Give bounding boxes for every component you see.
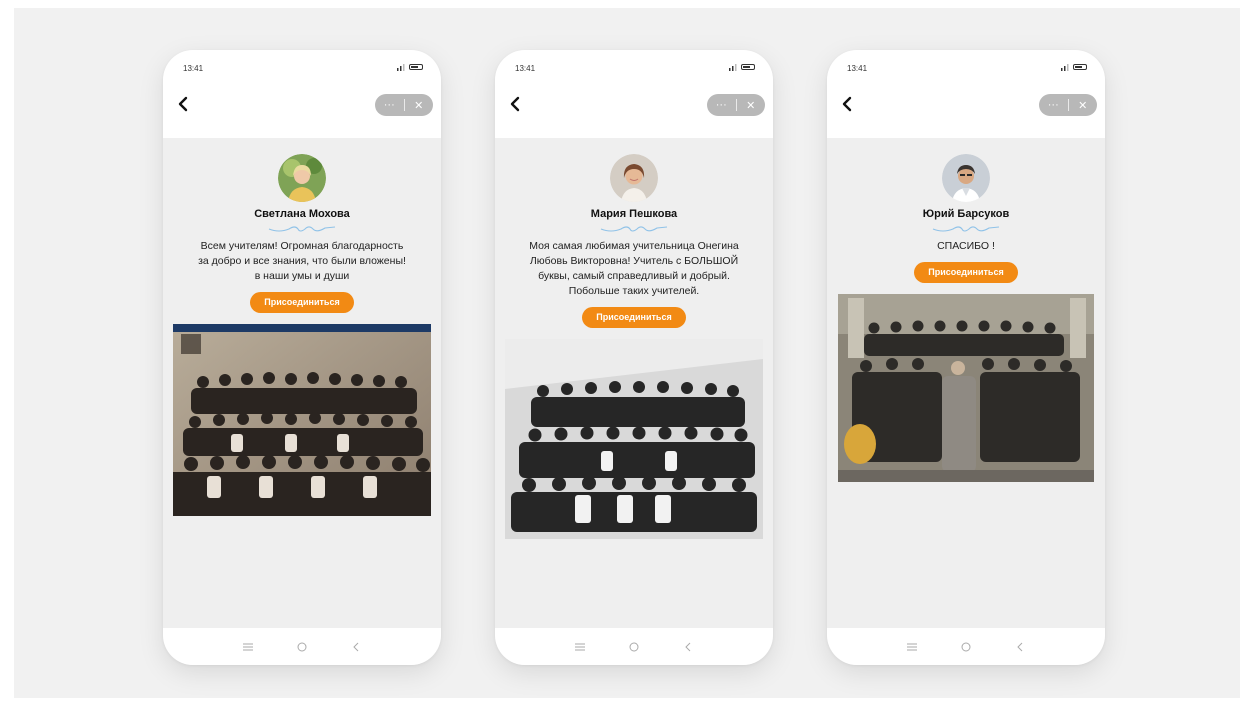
home-icon[interactable] — [960, 641, 972, 653]
home-icon[interactable] — [628, 641, 640, 653]
menu-icon[interactable] — [906, 641, 918, 653]
status-icons — [729, 63, 755, 71]
close-button[interactable]: ✕ — [737, 94, 766, 116]
phone-mockup-1: 13:41 ··· ✕ Светлана Мохова Всем учителя… — [163, 50, 441, 665]
close-button[interactable]: ✕ — [1069, 94, 1098, 116]
presentation-backdrop: 13:41 ··· ✕ Светлана Мохова Всем учителя… — [14, 8, 1240, 698]
message-line: за добро и все знания, что были вложены! — [198, 255, 406, 267]
system-nav-bar — [163, 628, 441, 665]
battery-icon — [409, 64, 423, 70]
author-avatar — [610, 154, 658, 202]
class-photo-image — [505, 339, 763, 539]
join-button[interactable]: Присоединиться — [582, 307, 686, 328]
decorative-flourish-icon — [932, 226, 1000, 232]
more-options-button[interactable]: ··· — [707, 94, 736, 116]
post-content: Мария Пешкова Моя самая любимая учительн… — [495, 138, 773, 539]
close-button[interactable]: ✕ — [405, 94, 434, 116]
decorative-flourish-icon — [268, 226, 336, 232]
app-header: 13:41 ··· ✕ — [495, 50, 773, 138]
post-message: СПАСИБО ! — [835, 239, 1097, 254]
join-button[interactable]: Присоединиться — [914, 262, 1018, 283]
system-nav-bar — [827, 628, 1105, 665]
message-line: буквы, самый справедливый и добрый. — [538, 270, 730, 282]
status-icons — [1061, 63, 1087, 71]
status-time: 13:41 — [515, 64, 536, 73]
post-message: Всем учителям! Огромная благодарность за… — [171, 239, 433, 284]
status-time: 13:41 — [847, 64, 868, 73]
post-content: Светлана Мохова Всем учителям! Огромная … — [163, 138, 441, 516]
class-photo-image — [173, 324, 431, 516]
author-name: Юрий Барсуков — [922, 208, 1010, 220]
battery-icon — [741, 64, 755, 70]
phone-mockup-3: 13:41 ··· ✕ Юрий Барсуков СПАСИБО ! Прис… — [827, 50, 1105, 665]
author-avatar — [942, 154, 990, 202]
post-message: Моя самая любимая учительница Онегина Лю… — [503, 239, 765, 299]
signal-icon — [1061, 64, 1069, 71]
back-arrow-icon[interactable] — [175, 94, 193, 114]
author-name: Светлана Мохова — [254, 208, 350, 220]
message-line: СПАСИБО ! — [937, 240, 995, 252]
back-arrow-icon[interactable] — [839, 94, 857, 114]
system-nav-bar — [495, 628, 773, 665]
class-photo-image — [838, 294, 1094, 482]
author-name: Мария Пешкова — [590, 208, 678, 220]
signal-icon — [397, 64, 405, 71]
back-nav-icon[interactable] — [682, 641, 694, 653]
battery-icon — [1073, 64, 1087, 70]
more-options-button[interactable]: ··· — [1039, 94, 1068, 116]
message-line: в наши умы и души — [254, 270, 350, 282]
app-header: 13:41 ··· ✕ — [827, 50, 1105, 138]
author-avatar — [278, 154, 326, 202]
join-button[interactable]: Присоединиться — [250, 292, 354, 313]
status-icons — [397, 63, 423, 71]
message-line: Всем учителям! Огромная благодарность — [200, 240, 404, 252]
more-options-button[interactable]: ··· — [375, 94, 404, 116]
phone-mockup-2: 13:41 ··· ✕ Мария Пешкова Моя самая люби… — [495, 50, 773, 665]
menu-icon[interactable] — [242, 641, 254, 653]
decorative-flourish-icon — [600, 226, 668, 232]
back-arrow-icon[interactable] — [507, 94, 525, 114]
post-content: Юрий Барсуков СПАСИБО ! Присоединиться — [827, 138, 1105, 482]
message-line: Побольше таких учителей. — [568, 285, 700, 297]
mini-program-capsule: ··· ✕ — [707, 94, 765, 116]
mini-program-capsule: ··· ✕ — [1039, 94, 1097, 116]
mini-program-capsule: ··· ✕ — [375, 94, 433, 116]
home-icon[interactable] — [296, 641, 308, 653]
back-nav-icon[interactable] — [1014, 641, 1026, 653]
message-line: Любовь Викторовна! Учитель с БОЛЬШОЙ — [529, 255, 739, 267]
back-nav-icon[interactable] — [350, 641, 362, 653]
signal-icon — [729, 64, 737, 71]
status-time: 13:41 — [183, 64, 204, 73]
message-line: Моя самая любимая учительница Онегина — [529, 240, 739, 252]
app-header: 13:41 ··· ✕ — [163, 50, 441, 138]
menu-icon[interactable] — [574, 641, 586, 653]
